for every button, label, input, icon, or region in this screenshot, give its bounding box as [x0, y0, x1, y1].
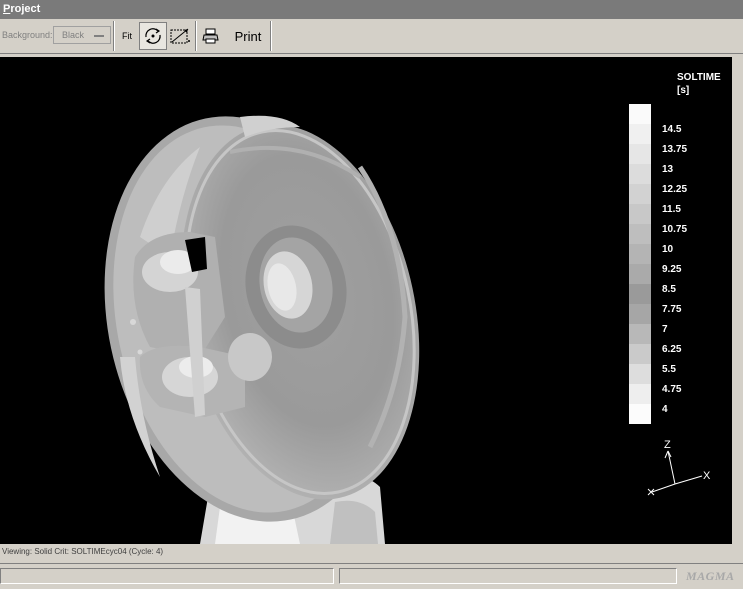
legend-swatch: [629, 244, 651, 264]
legend-swatch: [629, 104, 651, 124]
print-button[interactable]: Print: [228, 22, 268, 50]
legend-label: 14.5: [662, 124, 682, 135]
toolbar: Background: Black Fit Print: [0, 19, 743, 54]
legend-swatch: [629, 184, 651, 204]
status-panel-1: [0, 568, 334, 584]
rotate-button[interactable]: [139, 22, 167, 50]
viewing-status: Viewing: Solid Crit: SOLTIMEcyc04 (Cycle…: [2, 547, 164, 556]
legend-label: 6.25: [662, 344, 682, 355]
background-select[interactable]: Black: [53, 26, 111, 44]
legend-color-bar: [629, 104, 651, 426]
legend-swatch: [629, 124, 651, 144]
legend-label: 8.5: [662, 284, 676, 295]
toolbar-separator: [270, 21, 272, 51]
legend-title: SOLTIME [s]: [677, 71, 721, 97]
legend-label: 13: [662, 164, 674, 175]
printer-button[interactable]: [200, 22, 222, 50]
axis-x-label: X: [703, 470, 711, 482]
legend-swatch: [629, 324, 651, 344]
zoom-window-icon: [170, 28, 190, 44]
legend-label: 4.75: [662, 384, 682, 395]
legend-label: 11.5: [662, 204, 681, 215]
status-panel-2: [339, 568, 677, 584]
legend-label: 12.25: [662, 184, 688, 195]
legend-swatch: [629, 344, 651, 364]
rotate-icon: [145, 28, 161, 44]
toolbar-separator: [195, 21, 197, 51]
project-menu[interactable]: Project: [3, 0, 40, 19]
legend-swatch: [629, 144, 651, 164]
axis-triad: Z X: [647, 439, 711, 496]
right-frame: [734, 57, 743, 544]
dropdown-icon: [94, 35, 104, 37]
legend-label: 10.75: [662, 224, 688, 235]
legend-swatch: [629, 284, 651, 304]
fit-label: Fit: [122, 31, 132, 41]
toolbar-separator: [113, 21, 115, 51]
legend-unit: [s]: [677, 85, 690, 96]
printer-icon: [202, 28, 219, 44]
legend-swatch: [629, 384, 651, 404]
background-label: Background:: [2, 30, 53, 40]
print-label: Print: [234, 28, 262, 44]
legend-swatch: [629, 204, 651, 224]
legend-label: 13.75: [662, 144, 688, 155]
legend-label: 10: [662, 244, 674, 255]
status-bar: MAGMA: [0, 563, 743, 589]
legend-swatch: [629, 404, 651, 424]
title-bar: Project: [0, 0, 743, 19]
legend-swatch: [629, 304, 651, 324]
app-window: Project Background: Black Fit Print SOLT…: [0, 0, 743, 589]
legend-title-text: SOLTIME: [677, 72, 721, 83]
magma-logo: MAGMA: [686, 569, 735, 583]
legend-label: 7: [662, 324, 668, 335]
axis-z-label: Z: [664, 439, 671, 451]
fit-button[interactable]: Fit: [117, 22, 137, 50]
legend-swatch: [629, 364, 651, 384]
3d-viewport[interactable]: [0, 57, 732, 544]
legend-label: 9.25: [662, 264, 682, 275]
zoom-window-button[interactable]: [166, 22, 194, 50]
casting-model: [104, 115, 420, 544]
legend-label: 4: [662, 404, 668, 415]
legend-label: 7.75: [662, 304, 682, 315]
legend-swatch: [629, 164, 651, 184]
legend-swatch: [629, 224, 651, 244]
background-value: Black: [62, 30, 85, 40]
legend-swatch: [629, 264, 651, 284]
legend-labels: 14.5 13.75 13 12.25 11.5 10.75 10 9.25 8.5 7.75 7 6…: [662, 123, 687, 423]
legend-label: 5.5: [662, 364, 676, 375]
